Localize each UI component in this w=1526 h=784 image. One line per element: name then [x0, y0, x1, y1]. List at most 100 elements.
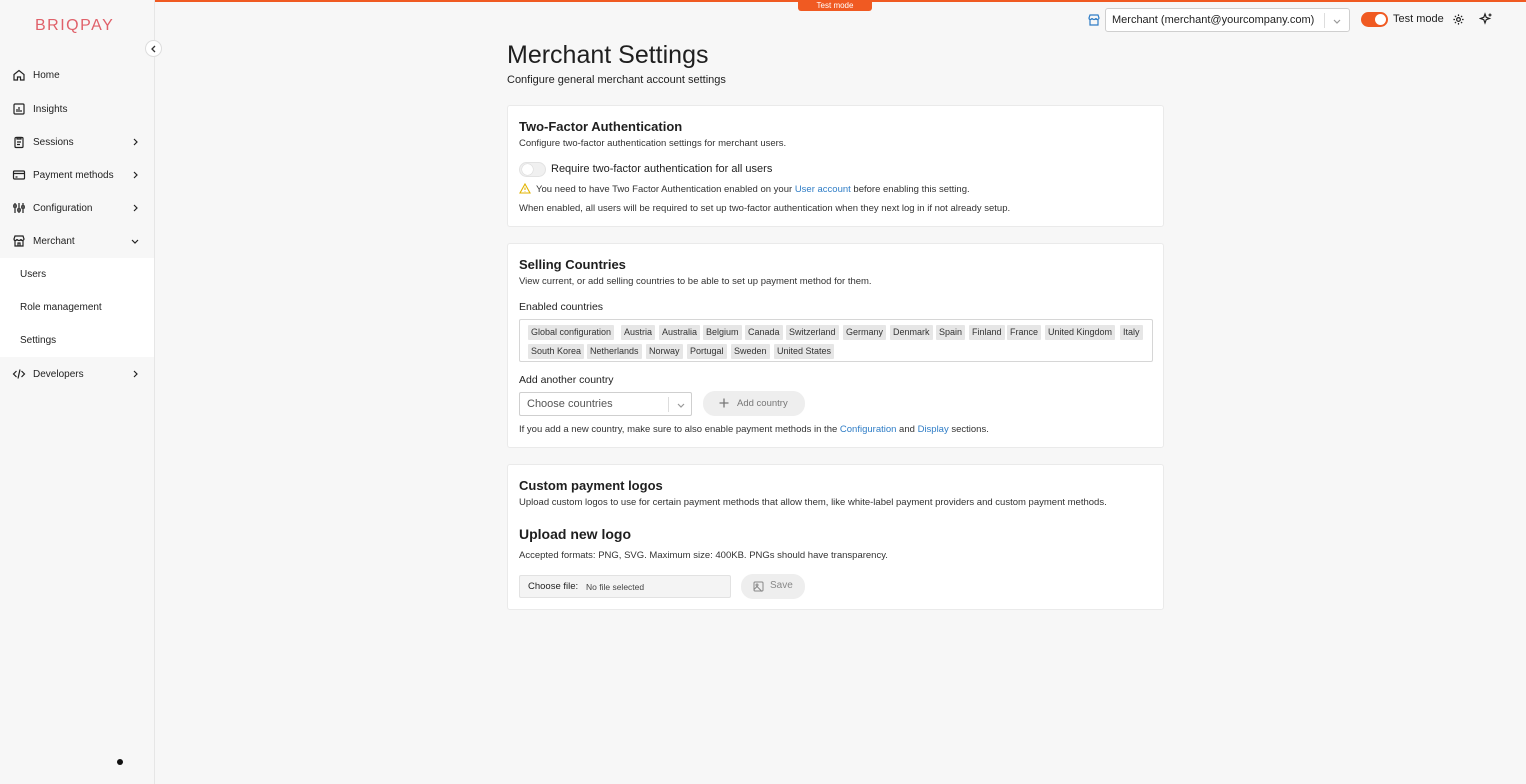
sidebar-item-insights[interactable]: Insights [0, 93, 154, 126]
sidebar-item-developers[interactable]: Developers [0, 358, 154, 391]
merchant-select-value: Merchant (merchant@yourcompany.com) [1112, 14, 1315, 26]
test-mode-toggle[interactable] [1361, 12, 1388, 27]
add-country-button-label: Add country [737, 398, 788, 409]
code-icon [12, 369, 26, 379]
country-chip: Norway [646, 344, 683, 359]
clipboard-icon [14, 136, 24, 149]
file-status: No file selected [586, 582, 645, 592]
status-dot [117, 759, 123, 765]
country-chip: Canada [745, 325, 783, 340]
country-chip: Germany [843, 325, 887, 340]
sidebar-item-label: Developers [33, 369, 84, 380]
country-chip: Finland [969, 325, 1005, 340]
sidebar-subitem-settings[interactable]: Settings [20, 335, 56, 346]
home-icon [13, 69, 25, 81]
warning-icon [519, 183, 531, 194]
choose-file-button[interactable]: Choose file: [528, 581, 578, 592]
sidebar-item-label: Configuration [33, 203, 93, 214]
add-country-label: Add another country [519, 374, 614, 386]
country-chip: Netherlands [587, 344, 642, 359]
image-icon [753, 581, 764, 592]
sidebar-item-merchant[interactable]: Merchant [0, 225, 154, 258]
sidebar-item-sessions[interactable]: Sessions [0, 126, 154, 159]
chevron-right-icon [133, 138, 138, 146]
country-select-placeholder: Choose countries [527, 398, 613, 410]
merchant-select[interactable]: Merchant (merchant@yourcompany.com) [1105, 8, 1350, 32]
chevron-down-icon [1333, 19, 1341, 24]
collapse-sidebar-button[interactable] [145, 40, 162, 57]
page-subtitle: Configure general merchant account setti… [507, 74, 726, 86]
chevron-left-icon [150, 45, 155, 52]
gear-icon[interactable] [1452, 13, 1465, 26]
sidebar-item-label: Merchant [33, 236, 75, 247]
save-button-label: Save [770, 580, 793, 591]
countries-note: If you add a new country, make sure to a… [519, 424, 989, 435]
card-description: Upload custom logos to use for certain p… [519, 497, 1107, 508]
upload-logo-title: Upload new logo [519, 526, 631, 542]
country-chip: Portugal [687, 344, 727, 359]
accepted-formats: Accepted formats: PNG, SVG. Maximum size… [519, 550, 888, 561]
chevron-right-icon [133, 204, 138, 212]
card-title: Selling Countries [519, 257, 626, 272]
sidebar-subitem-role-management[interactable]: Role management [20, 302, 102, 313]
sliders-icon [13, 203, 25, 213]
country-chip: Italy [1120, 325, 1143, 340]
country-chip: South Korea [528, 344, 585, 359]
sidebar-item-label: Payment methods [33, 170, 114, 181]
country-chip: Denmark [890, 325, 933, 340]
plus-icon [719, 398, 729, 408]
select-divider [668, 397, 669, 412]
display-link[interactable]: Display [918, 424, 949, 435]
configuration-link[interactable]: Configuration [840, 424, 897, 435]
merchant-subnav: Users Role management Settings [0, 258, 154, 357]
select-divider [1324, 13, 1325, 28]
add-country-button[interactable]: Add country [703, 391, 805, 416]
require-2fa-label: Require two-factor authentication for al… [551, 163, 773, 175]
sidebar: BRIQPAY Home Insights Sessions Payment m… [0, 0, 155, 784]
card-title: Two-Factor Authentication [519, 119, 683, 134]
enabled-countries-box: Global configuration Austria Australia B… [519, 319, 1153, 362]
card-title: Custom payment logos [519, 478, 663, 493]
country-chip: Australia [659, 325, 701, 340]
sidebar-item-label: Insights [33, 104, 68, 115]
country-select[interactable]: Choose countries [519, 392, 692, 416]
test-mode-badge: Test mode [798, 0, 872, 11]
briqpay-logo[interactable]: BRIQPAY [35, 17, 114, 35]
sidebar-item-home[interactable]: Home [0, 59, 154, 92]
chevron-right-icon [133, 370, 138, 378]
custom-logos-card: Custom payment logos Upload custom logos… [507, 464, 1164, 610]
card-description: Configure two-factor authentication sett… [519, 138, 787, 149]
chart-icon [13, 103, 25, 115]
country-chip: United Kingdom [1045, 325, 1116, 340]
chevron-right-icon [133, 171, 138, 179]
2fa-warning: You need to have Two Factor Authenticati… [536, 184, 970, 195]
require-2fa-toggle[interactable] [519, 162, 546, 177]
test-mode-label: Test mode [1393, 13, 1444, 25]
sparkle-icon[interactable] [1479, 12, 1493, 26]
save-logo-button[interactable]: Save [741, 574, 805, 599]
country-chip: United States [774, 344, 835, 359]
page-title: Merchant Settings [507, 41, 709, 69]
country-chip: Switzerland [786, 325, 839, 340]
country-chip: Global configuration [528, 325, 615, 340]
sidebar-item-label: Sessions [33, 137, 74, 148]
sidebar-subitem-users[interactable]: Users [20, 269, 46, 280]
sidebar-item-configuration[interactable]: Configuration [0, 192, 154, 225]
user-account-link[interactable]: User account [795, 184, 851, 195]
enabled-countries-label: Enabled countries [519, 301, 604, 313]
country-chip: Belgium [703, 325, 742, 340]
credit-card-icon [12, 170, 26, 180]
selling-countries-card: Selling Countries View current, or add s… [507, 243, 1164, 448]
2fa-note: When enabled, all users will be required… [519, 203, 1011, 214]
chevron-down-icon [677, 403, 685, 408]
chevron-down-icon [131, 239, 139, 244]
country-chip: Spain [936, 325, 966, 340]
sidebar-item-payment-methods[interactable]: Payment methods [0, 159, 154, 192]
country-chip: Sweden [731, 344, 770, 359]
logo-file-input[interactable]: Choose file: No file selected [519, 575, 731, 598]
sidebar-item-label: Home [33, 70, 60, 81]
store-icon [13, 235, 25, 247]
country-chip: Austria [621, 325, 656, 340]
card-description: View current, or add selling countries t… [519, 276, 872, 287]
two-factor-card: Two-Factor Authentication Configure two-… [507, 105, 1164, 227]
